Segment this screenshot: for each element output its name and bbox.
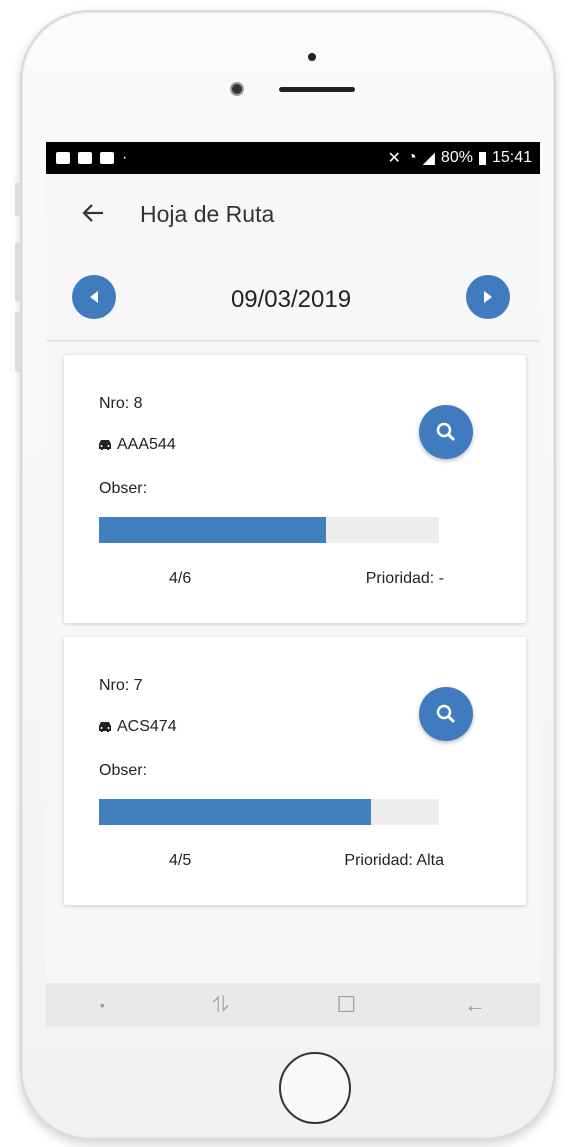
- home-button[interactable]: [279, 1052, 351, 1124]
- status-system: ✕ ◔ ◢ 80% 15:41: [388, 148, 532, 168]
- search-button[interactable]: [419, 687, 473, 741]
- front-camera: [232, 84, 242, 94]
- side-button: [15, 242, 20, 302]
- chevron-left-icon: [90, 291, 98, 303]
- dot-icon: •: [99, 997, 105, 1013]
- status-bar: · ✕ ◔ ◢ 80% 15:41: [46, 142, 540, 174]
- home-square-icon[interactable]: ☐: [336, 992, 356, 1018]
- plate-text: ACS474: [117, 718, 177, 735]
- route-card[interactable]: Nro: 7 ACS474 Obser: 4/5 Prioridad: Alta: [64, 637, 526, 905]
- progress-count: 4/5: [169, 852, 192, 869]
- priority-label: Prioridad: -: [365, 570, 444, 587]
- prev-date-button[interactable]: [72, 275, 116, 319]
- mute-icon: ✕: [387, 150, 401, 167]
- sensor-dot: [308, 53, 316, 61]
- progress-bar: [99, 517, 439, 543]
- message-icon: [78, 152, 92, 164]
- observation-label: Obser:: [99, 480, 148, 497]
- vehicle-plate: ACS474: [97, 718, 177, 736]
- route-list: Nro: 8 AAA544 Obser: 4/6 Prioridad: - Nr…: [46, 341, 540, 905]
- car-icon: [99, 722, 111, 732]
- system-nav-bar: • ⥮ ☐ ←: [46, 983, 540, 1027]
- status-notifications: ·: [56, 149, 127, 167]
- wifi-icon: ◔: [406, 149, 417, 166]
- battery-percent: 80%: [440, 149, 473, 166]
- search-icon: [436, 704, 456, 724]
- chevron-right-icon: [484, 291, 492, 303]
- progress-bar: [99, 799, 439, 825]
- facebook-icon: [56, 152, 70, 164]
- earpiece-speaker: [279, 87, 355, 92]
- side-button: [15, 182, 20, 216]
- status-time: 15:41: [491, 149, 532, 166]
- recent-apps-icon[interactable]: ⥮: [213, 992, 229, 1018]
- observation-label: Obser:: [99, 762, 148, 779]
- plate-text: AAA544: [117, 436, 176, 453]
- progress-fill: [99, 799, 371, 825]
- app-screen: · ✕ ◔ ◢ 80% 15:41 Hoja de Ruta 09/03/201…: [46, 142, 540, 1027]
- next-date-button[interactable]: [466, 275, 510, 319]
- search-icon: [436, 422, 456, 442]
- route-number: Nro: 7: [99, 677, 143, 694]
- back-nav-icon[interactable]: ←: [464, 992, 486, 1018]
- image-icon: [100, 152, 114, 164]
- car-icon: [99, 440, 111, 450]
- progress-count: 4/6: [169, 570, 192, 587]
- page-title: Hoja de Ruta: [140, 200, 275, 227]
- route-number: Nro: 8: [99, 395, 143, 412]
- date-navigator: 09/03/2019: [46, 254, 540, 341]
- app-bar: Hoja de Ruta: [46, 174, 540, 254]
- battery-icon: [478, 151, 486, 165]
- signal-icon: ◢: [422, 150, 435, 167]
- search-button[interactable]: [419, 405, 473, 459]
- side-button: [15, 312, 20, 372]
- progress-fill: [99, 517, 326, 543]
- dot-icon: ·: [122, 149, 128, 166]
- arrow-left-icon[interactable]: [82, 199, 126, 230]
- vehicle-plate: AAA544: [97, 436, 176, 454]
- current-date: 09/03/2019: [230, 286, 352, 313]
- route-card[interactable]: Nro: 8 AAA544 Obser: 4/6 Prioridad: -: [64, 355, 526, 623]
- priority-label: Prioridad: Alta: [344, 852, 444, 869]
